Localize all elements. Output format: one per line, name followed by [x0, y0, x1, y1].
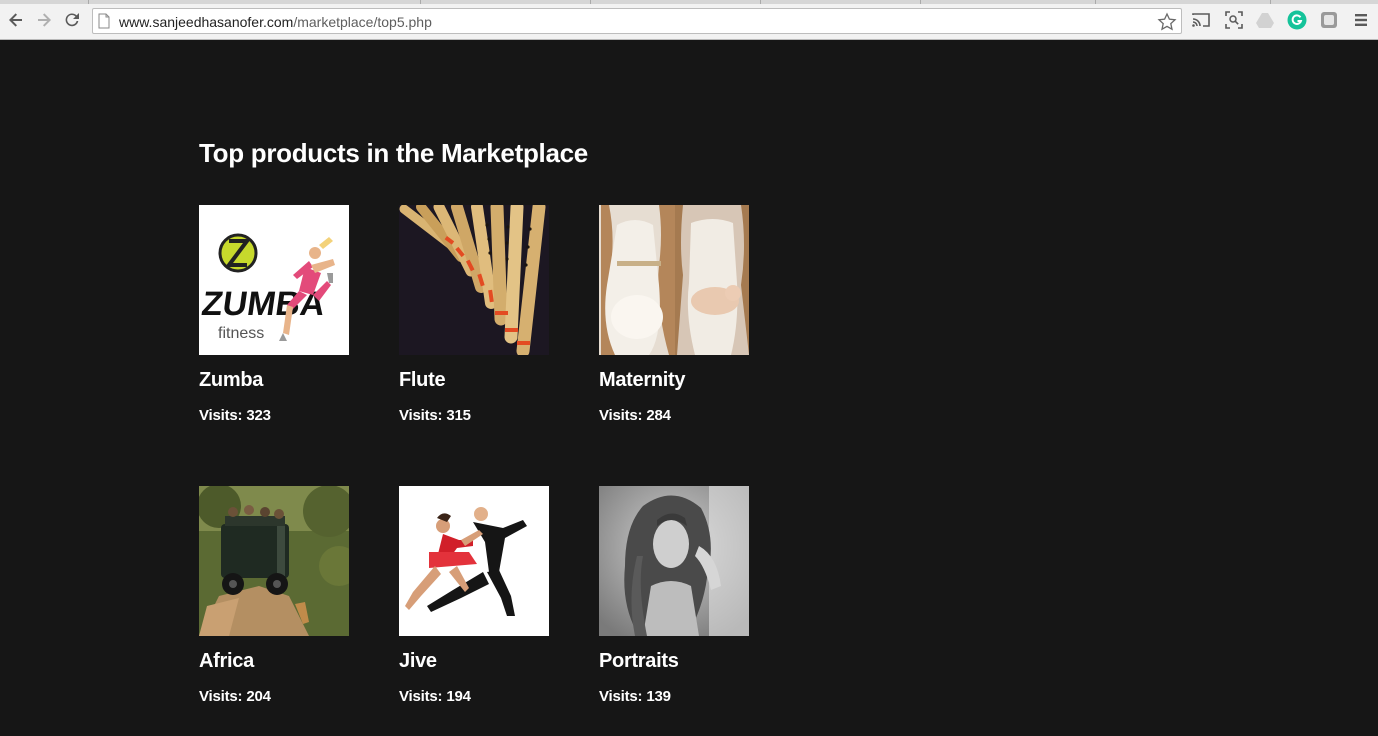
grammarly-icon — [1287, 10, 1307, 30]
cast-icon — [1192, 13, 1210, 27]
product-name[interactable]: Zumba — [199, 369, 263, 392]
product-card-africa[interactable]: Africa Visits: 204 — [199, 486, 349, 705]
bookmark-star-button[interactable] — [1157, 12, 1177, 37]
visits-label: Visits: — [199, 407, 243, 424]
menu-icon — [1355, 14, 1367, 26]
product-visits: Visits: 323 — [199, 407, 271, 424]
visits-label: Visits: — [599, 688, 643, 705]
product-image-flute[interactable] — [399, 205, 549, 355]
drive-button[interactable] — [1255, 10, 1275, 30]
visits-label: Visits: — [399, 407, 443, 424]
product-card-jive[interactable]: Jive Visits: 194 — [399, 486, 549, 705]
visits-label: Visits: — [599, 407, 643, 424]
visits-count: 194 — [446, 688, 471, 705]
forward-button[interactable] — [33, 9, 55, 31]
product-card-portraits[interactable]: Portraits Visits: 139 — [599, 486, 749, 705]
extension-button[interactable] — [1319, 10, 1339, 30]
product-visits: Visits: 194 — [399, 688, 471, 705]
product-image-africa[interactable] — [199, 486, 349, 636]
product-name[interactable]: Jive — [399, 650, 437, 673]
visits-count: 139 — [646, 688, 671, 705]
grammarly-button[interactable] — [1287, 10, 1307, 30]
tab-strip — [0, 0, 1378, 4]
product-visits: Visits: 284 — [599, 407, 671, 424]
reload-button[interactable] — [61, 9, 83, 31]
url-path: /marketplace/top5.php — [293, 14, 432, 30]
back-button[interactable] — [5, 9, 27, 31]
product-name[interactable]: Portraits — [599, 650, 679, 673]
url-host: www.sanjeedhasanofer.com — [119, 14, 294, 30]
chrome-menu-button[interactable] — [1351, 10, 1371, 30]
product-visits: Visits: 315 — [399, 407, 471, 424]
product-image-jive[interactable] — [399, 486, 549, 636]
svg-text:fitness: fitness — [218, 325, 264, 342]
visits-count: 284 — [646, 407, 671, 424]
drive-icon — [1256, 13, 1274, 28]
visits-label: Visits: — [399, 688, 443, 705]
visits-count: 315 — [446, 407, 471, 424]
back-icon — [9, 13, 22, 27]
product-name[interactable]: Maternity — [599, 369, 686, 392]
product-image-zumba[interactable]: ZUMBA fitness — [199, 205, 349, 355]
page-icon — [97, 13, 111, 34]
product-visits: Visits: 139 — [599, 688, 671, 705]
product-visits: Visits: 204 — [199, 688, 271, 705]
product-image-portraits[interactable] — [599, 486, 749, 636]
product-card-flute[interactable]: Flute Visits: 315 — [399, 205, 549, 424]
product-image-maternity[interactable] — [599, 205, 749, 355]
cast-button[interactable] — [1191, 10, 1211, 30]
url-text: www.sanjeedhasanofer.com/marketplace/top… — [119, 14, 432, 30]
browser-toolbar: www.sanjeedhasanofer.com/marketplace/top… — [0, 0, 1378, 40]
forward-icon — [38, 13, 51, 27]
visits-count: 323 — [246, 407, 271, 424]
extension-icon — [1321, 12, 1337, 28]
screenshot-icon — [1225, 11, 1243, 29]
page-title: Top products in the Marketplace — [199, 138, 588, 168]
visits-count: 204 — [246, 688, 271, 705]
product-name[interactable]: Flute — [399, 369, 446, 392]
product-name[interactable]: Africa — [199, 650, 254, 673]
product-card-zumba[interactable]: ZUMBA fitness Zumba Visits: 323 — [199, 205, 349, 424]
address-bar[interactable]: www.sanjeedhasanofer.com/marketplace/top… — [92, 8, 1182, 34]
star-icon — [1157, 12, 1177, 31]
product-card-maternity[interactable]: Maternity Visits: 284 — [599, 205, 749, 424]
visits-label: Visits: — [199, 688, 243, 705]
reload-icon — [65, 13, 79, 27]
screenshot-button[interactable] — [1224, 10, 1244, 30]
